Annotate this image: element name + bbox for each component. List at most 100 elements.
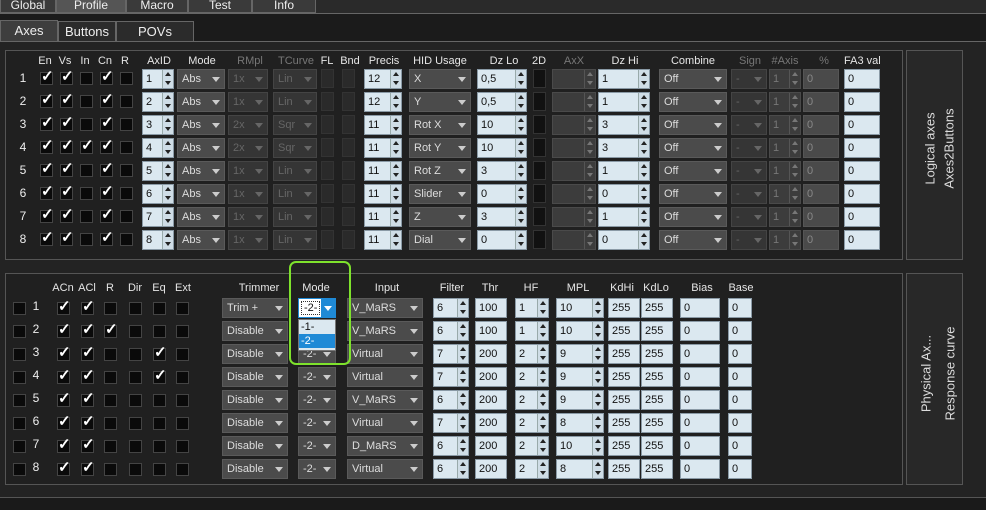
tcurve-combo[interactable]: Lin (273, 69, 317, 89)
fa3-val-field[interactable]: 0 (844, 115, 880, 135)
input-combo[interactable]: V_MaRS (347, 298, 423, 318)
checkbox-r[interactable] (104, 440, 117, 453)
fl-box[interactable] (321, 184, 334, 203)
checkbox-r[interactable] (104, 302, 117, 315)
checkbox-r[interactable] (104, 463, 117, 476)
base-field[interactable]: 0 (728, 436, 752, 456)
spin-arrows-icon[interactable] (537, 460, 548, 478)
tcurve-combo[interactable]: Lin (273, 207, 317, 227)
thr-field[interactable]: 200 (475, 344, 507, 364)
kdhi-field[interactable]: 255 (608, 390, 640, 410)
spin-arrows-icon[interactable] (789, 208, 800, 226)
checkbox-ext[interactable] (176, 302, 189, 315)
thr-field[interactable]: 200 (475, 390, 507, 410)
bnd-box[interactable] (342, 207, 355, 226)
checkbox-eq[interactable]: ✓ (153, 345, 167, 361)
spin-arrows-icon[interactable] (162, 185, 173, 203)
tcurve-combo[interactable]: Sqr (273, 138, 317, 158)
precis-spinner[interactable]: 11 (364, 207, 402, 227)
hf-spinner[interactable]: 2 (515, 459, 549, 479)
spin-arrows-icon[interactable] (162, 208, 173, 226)
spin-arrows-icon[interactable] (162, 162, 173, 180)
naxis-spinner[interactable]: 1 (769, 184, 801, 204)
kdhi-field[interactable]: 255 (608, 413, 640, 433)
combine-combo[interactable]: Off (659, 207, 727, 227)
thr-field[interactable]: 100 (475, 321, 507, 341)
hf-spinner[interactable]: 2 (515, 413, 549, 433)
spin-arrows-icon[interactable] (162, 139, 173, 157)
combine-combo[interactable]: Off (659, 161, 727, 181)
checkbox-acn[interactable]: ✓ (57, 345, 71, 361)
2d-box[interactable] (533, 184, 546, 203)
bias-field[interactable]: 0 (680, 436, 720, 456)
bias-field[interactable]: 0 (680, 298, 720, 318)
rmpl-combo[interactable]: 1x (228, 92, 268, 112)
fa3-val-field[interactable]: 0 (844, 161, 880, 181)
trimmer-combo[interactable]: Disable (222, 344, 288, 364)
spin-arrows-icon[interactable] (457, 414, 468, 432)
spin-arrows-icon[interactable] (584, 231, 595, 249)
kdlo-field[interactable]: 255 (641, 367, 673, 387)
kdlo-field[interactable]: 255 (641, 459, 673, 479)
checkbox-r[interactable] (120, 141, 133, 154)
precis-spinner[interactable]: 11 (364, 161, 402, 181)
spin-arrows-icon[interactable] (638, 208, 649, 226)
spin-arrows-icon[interactable] (638, 116, 649, 134)
mode-combo[interactable]: -2- (298, 390, 336, 410)
spin-arrows-icon[interactable] (584, 93, 595, 111)
tab-buttons[interactable]: Buttons (58, 21, 116, 41)
input-combo[interactable]: Virtual (347, 344, 423, 364)
spin-arrows-icon[interactable] (592, 368, 603, 386)
checkbox-vs[interactable]: ✓ (60, 115, 74, 131)
spin-arrows-icon[interactable] (537, 322, 548, 340)
mode-combo[interactable]: -2- (298, 436, 336, 456)
checkbox-acn[interactable]: ✓ (57, 414, 71, 430)
select-checkbox[interactable] (13, 348, 26, 361)
checkbox-dir[interactable] (129, 463, 142, 476)
2d-box[interactable] (533, 69, 546, 88)
kdhi-field[interactable]: 255 (608, 298, 640, 318)
filter-spinner[interactable]: 6 (433, 436, 469, 456)
tcurve-combo[interactable]: Lin (273, 92, 317, 112)
filter-spinner[interactable]: 6 (433, 390, 469, 410)
checkbox-vs[interactable]: ✓ (60, 207, 74, 223)
checkbox-dir[interactable] (129, 302, 142, 315)
input-combo[interactable]: D_MaRS (347, 436, 423, 456)
filter-spinner[interactable]: 6 (433, 298, 469, 318)
bnd-box[interactable] (342, 138, 355, 157)
spin-arrows-icon[interactable] (162, 93, 173, 111)
spin-arrows-icon[interactable] (789, 70, 800, 88)
fl-box[interactable] (321, 115, 334, 134)
checkbox-dir[interactable] (129, 325, 142, 338)
spin-arrows-icon[interactable] (537, 299, 548, 317)
checkbox-acl[interactable]: ✓ (81, 391, 95, 407)
mode-combo[interactable]: -2- (298, 413, 336, 433)
percent-field[interactable]: 0 (803, 207, 839, 227)
precis-spinner[interactable]: 12 (364, 69, 402, 89)
dz-lo-spinner[interactable]: 10 (477, 115, 527, 135)
bnd-box[interactable] (342, 184, 355, 203)
mode-combo[interactable]: Abs (177, 230, 225, 250)
sign-combo[interactable]: - (731, 230, 767, 250)
checkbox-r[interactable] (120, 187, 133, 200)
spin-arrows-icon[interactable] (638, 70, 649, 88)
mode-combo[interactable]: Abs (177, 161, 225, 181)
base-field[interactable]: 0 (728, 390, 752, 410)
hid-usage-combo[interactable]: Rot Z (409, 161, 471, 181)
percent-field[interactable]: 0 (803, 92, 839, 112)
checkbox-en[interactable]: ✓ (40, 230, 54, 246)
checkbox-acn[interactable]: ✓ (57, 460, 71, 476)
spin-arrows-icon[interactable] (638, 139, 649, 157)
checkbox-r[interactable] (104, 371, 117, 384)
hid-usage-combo[interactable]: Rot Y (409, 138, 471, 158)
dz-hi-spinner[interactable]: 0 (598, 230, 650, 250)
naxis-spinner[interactable]: 1 (769, 138, 801, 158)
spin-arrows-icon[interactable] (390, 208, 401, 226)
checkbox-cn[interactable]: ✓ (100, 207, 114, 223)
spin-arrows-icon[interactable] (537, 437, 548, 455)
checkbox-cn[interactable]: ✓ (100, 184, 114, 200)
bnd-box[interactable] (342, 69, 355, 88)
checkbox-dir[interactable] (129, 394, 142, 407)
checkbox-in[interactable] (80, 187, 93, 200)
tab-profile[interactable]: Profile (56, 0, 126, 13)
